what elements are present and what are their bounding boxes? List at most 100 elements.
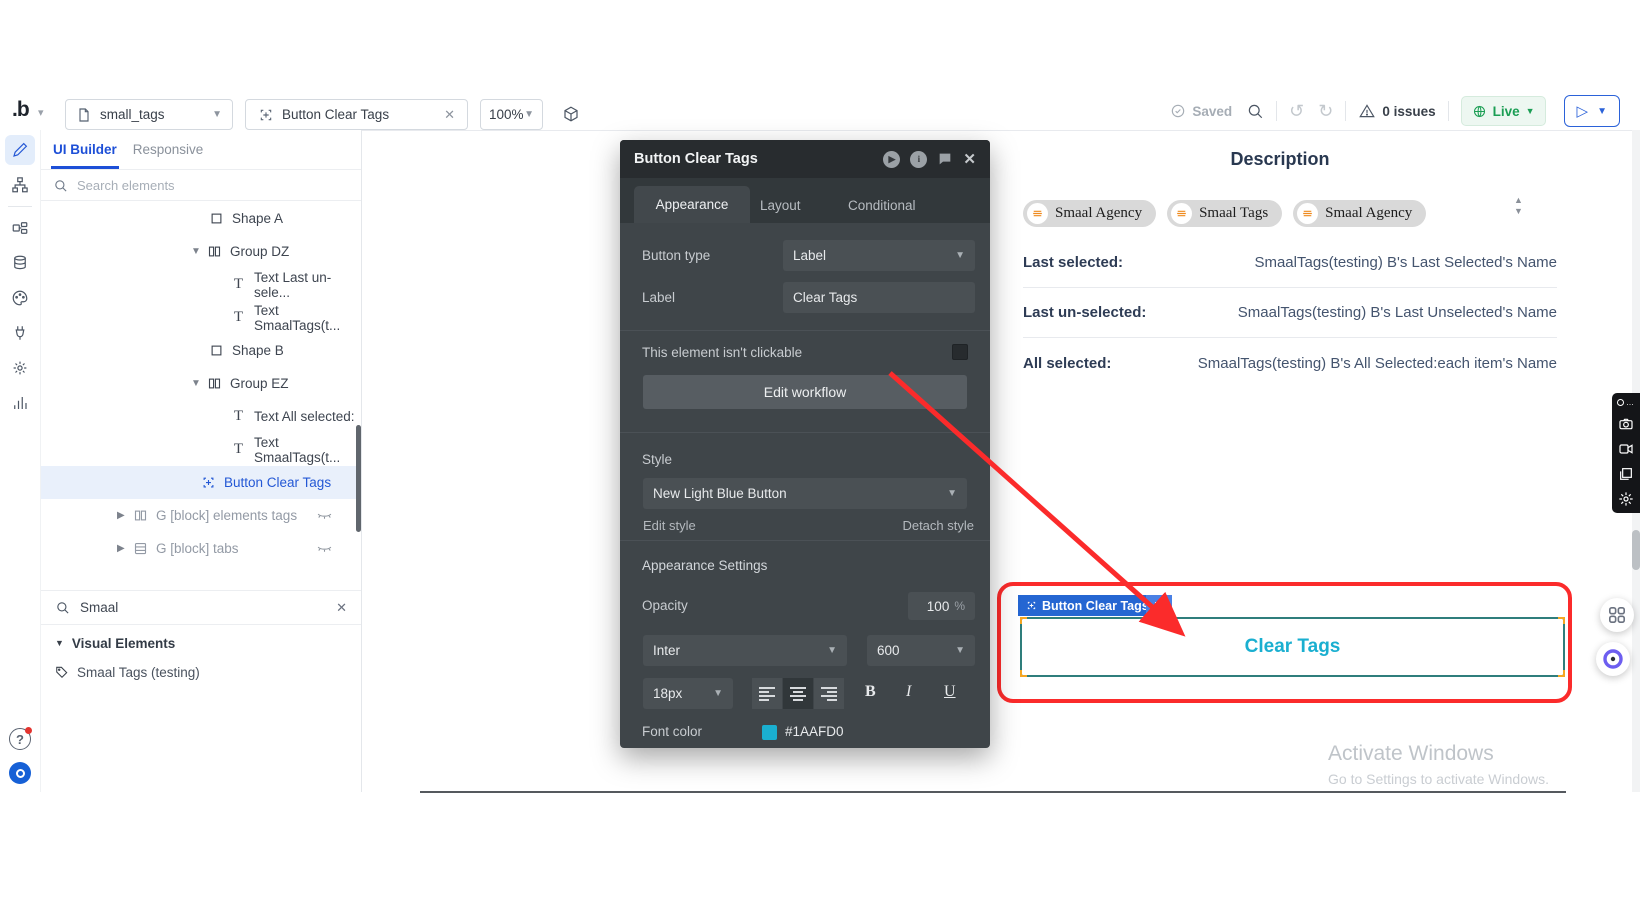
align-left-button[interactable] (752, 678, 782, 709)
rail-styles-icon[interactable] (5, 283, 35, 313)
issues-count[interactable]: 0 issues (1382, 104, 1435, 119)
description-row-label: Last un-selected: (1023, 304, 1146, 321)
tag-chip-label: Smaal Tags (1199, 205, 1268, 222)
palette-item-smaal-tags[interactable]: Smaal Tags (testing) (41, 658, 361, 686)
support-chat-button[interactable] (9, 762, 31, 784)
description-row-value: SmaalTags(testing) B's All Selected:each… (1198, 355, 1557, 372)
tree-item[interactable]: ▼Group EZ (41, 367, 361, 400)
tree-item[interactable]: TText SmaalTags(t... (41, 301, 361, 334)
rail-settings-icon[interactable] (5, 353, 35, 383)
tree-item[interactable]: Shape B (41, 334, 361, 367)
rail-logs-icon[interactable] (5, 388, 35, 418)
undo-icon[interactable]: ↺ (1289, 101, 1304, 122)
edit-workflow-button[interactable]: Edit workflow (643, 375, 967, 409)
assistant-button[interactable] (1596, 642, 1630, 676)
tab-ui-builder[interactable]: UI Builder (53, 142, 117, 157)
chips-scroll-arrows[interactable]: ▲▼ (1514, 195, 1523, 217)
zoom-selector[interactable]: 100% ▼ (480, 99, 543, 130)
preview-run-button[interactable]: ▷ ▼ (1564, 95, 1620, 127)
clear-tags-button[interactable]: Clear Tags (1020, 617, 1565, 677)
search-icon[interactable] (1246, 102, 1264, 120)
close-icon[interactable]: ✕ (963, 150, 976, 168)
element-search-box[interactable]: Button Clear Tags ✕ (245, 99, 468, 130)
clickable-checkbox[interactable] (952, 344, 968, 360)
tab-layout[interactable]: Layout (760, 198, 801, 213)
run-workflow-icon[interactable]: ▶ (883, 151, 900, 168)
rail-pages-tree-icon[interactable] (5, 170, 35, 200)
page-icon (76, 107, 92, 123)
tree-item[interactable]: TText Last un-sele... (41, 268, 361, 301)
tag-chip[interactable]: Smaal Agency (1023, 200, 1156, 227)
redo-icon[interactable]: ↻ (1318, 101, 1333, 122)
widget-grid-button[interactable] (1600, 598, 1634, 632)
font-size-dropdown[interactable]: 18px ▼ (643, 678, 733, 709)
inspector-header[interactable]: Button Clear Tags ▶ i ✕ (620, 140, 990, 178)
comment-icon[interactable] (937, 151, 953, 167)
rail-plugins-icon[interactable] (5, 318, 35, 348)
selection-handle[interactable] (1020, 617, 1027, 624)
eye-closed-icon[interactable] (316, 540, 333, 557)
rail-data-icon[interactable] (5, 248, 35, 278)
search-icon (53, 178, 68, 193)
capture-logo-icon[interactable]: … (1617, 398, 1635, 407)
eye-closed-icon[interactable] (316, 507, 333, 524)
tab-conditional[interactable]: Conditional (848, 198, 916, 213)
rail-workflow-icon[interactable] (5, 213, 35, 243)
bold-button[interactable]: B (865, 683, 876, 701)
info-icon[interactable]: i (910, 151, 927, 168)
bubble-logo[interactable]: .b (12, 98, 29, 122)
font-color-swatch[interactable] (762, 725, 777, 740)
clear-search-icon[interactable]: ✕ (336, 600, 347, 616)
tree-item[interactable]: TText SmaalTags(t... (41, 433, 361, 466)
rail-design-icon[interactable] (5, 135, 35, 165)
video-icon[interactable] (1618, 441, 1634, 457)
gear-icon[interactable] (1618, 491, 1634, 507)
live-selector[interactable]: Live ▼ (1461, 96, 1546, 126)
tree-item[interactable]: Shape A (41, 202, 361, 235)
camera-icon[interactable] (1618, 416, 1634, 432)
selection-handle[interactable] (1558, 670, 1565, 677)
align-right-button[interactable] (814, 678, 844, 709)
label-input[interactable]: Clear Tags (783, 282, 975, 313)
selection-handle[interactable] (1020, 670, 1027, 677)
visual-elements-section[interactable]: ▼ Visual Elements (41, 628, 361, 658)
expand-icon[interactable]: ▶ (117, 543, 133, 554)
element-options-icon[interactable] (1146, 595, 1172, 616)
collapse-icon[interactable]: ▼ (191, 378, 207, 389)
component-cube-icon[interactable] (562, 105, 580, 123)
help-button[interactable]: ? (9, 728, 31, 750)
palette-search-input[interactable]: Smaal ✕ (41, 590, 361, 625)
tree-item[interactable]: Button Clear Tags (41, 466, 361, 499)
search-elements-input[interactable]: Search elements (41, 170, 361, 201)
collapse-icon[interactable]: ▼ (191, 246, 207, 257)
edit-style-link[interactable]: Edit style (643, 518, 696, 533)
button-type-dropdown[interactable]: Label ▼ (783, 240, 975, 271)
tree-scrollbar[interactable] (356, 425, 361, 532)
canvas-scrollbar-thumb[interactable] (1632, 530, 1640, 570)
font-weight-dropdown[interactable]: 600 ▼ (867, 635, 975, 666)
font-family-dropdown[interactable]: Inter ▼ (643, 635, 847, 666)
clear-element-icon[interactable]: ✕ (444, 107, 455, 123)
tree-item[interactable]: TText All selected: (41, 400, 361, 433)
tab-appearance[interactable]: Appearance (634, 186, 750, 223)
logo-chevron-icon[interactable]: ▾ (38, 106, 44, 119)
tab-responsive[interactable]: Responsive (133, 142, 204, 157)
tag-chip[interactable]: Smaal Agency (1293, 200, 1426, 227)
tag-chip[interactable]: Smaal Tags (1167, 200, 1282, 227)
page-selector[interactable]: small_tags ▼ (65, 99, 233, 130)
italic-button[interactable]: I (906, 683, 911, 701)
tree-item[interactable]: ▶G [block] elements tags (41, 499, 361, 532)
selection-handle[interactable] (1558, 617, 1565, 624)
style-dropdown[interactable]: New Light Blue Button ▼ (643, 478, 967, 509)
selected-element-tag[interactable]: Button Clear Tags (1018, 595, 1157, 616)
windows-icon[interactable] (1618, 466, 1634, 482)
opacity-input[interactable]: 100 % (908, 592, 975, 620)
chevron-down-icon: ▼ (955, 250, 965, 261)
tree-item[interactable]: ▶G [block] tabs (41, 532, 361, 565)
expand-icon[interactable]: ▶ (117, 510, 133, 521)
tree-item[interactable]: ▼Group DZ (41, 235, 361, 268)
underline-button[interactable]: U (944, 683, 956, 701)
align-center-button[interactable] (783, 678, 813, 709)
font-color-hex[interactable]: #1AAFD0 (785, 724, 844, 739)
detach-style-link[interactable]: Detach style (902, 518, 974, 533)
